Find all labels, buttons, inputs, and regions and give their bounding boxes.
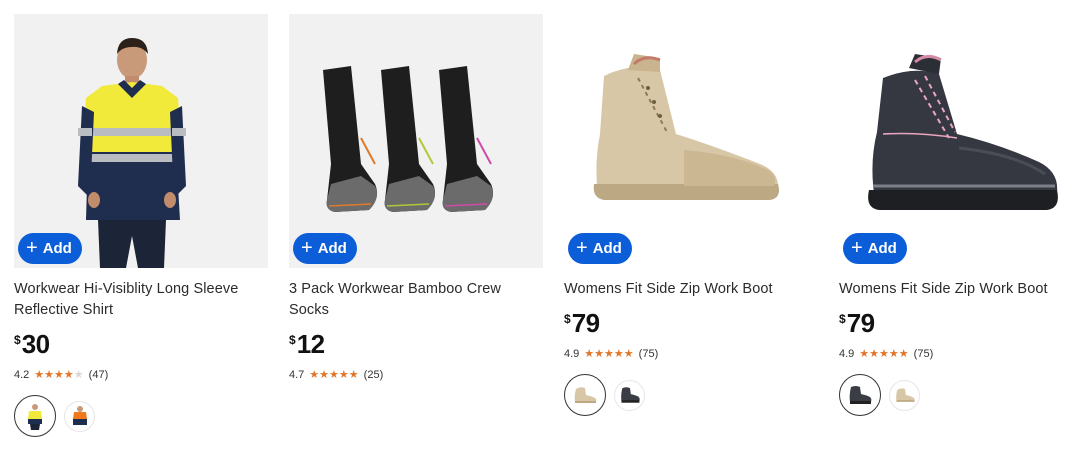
review-count: (75) (913, 347, 934, 360)
hi-vis-shirt-icon (78, 38, 186, 268)
tan-boot-icon (895, 388, 915, 402)
plus-icon: + (301, 236, 313, 259)
product-image[interactable]: + Add (289, 14, 543, 268)
review-count: (75) (638, 347, 659, 360)
swatch-orange-navy[interactable] (64, 400, 95, 432)
price-amount: 79 (846, 308, 875, 338)
product-card[interactable]: + Add Workwear Hi-Visiblity Long Sleeve … (14, 14, 268, 437)
product-rating: 4.9 ★ ★ ★ ★ ★ (75) (564, 347, 818, 361)
currency-symbol: $ (564, 312, 571, 326)
star-icon: ★ (898, 348, 909, 360)
product-price: $ 79 (839, 309, 1080, 337)
product-title[interactable]: 3 Pack Workwear Bamboo Crew Socks (289, 279, 543, 321)
review-count: (25) (363, 368, 384, 381)
product-rating: 4.7 ★ ★ ★ ★ ★ (25) (289, 368, 543, 382)
star-rating: ★ ★ ★ ★ ★ (859, 347, 908, 360)
star-rating: ★ ★ ★ ★ ★ (34, 368, 83, 381)
star-rating: ★ ★ ★ ★ ★ (584, 347, 633, 360)
product-card[interactable]: + Add Womens Fit Side Zip Work Boot $ 79… (839, 14, 1080, 416)
swatch-black[interactable] (614, 379, 645, 411)
star-icon: ★ (584, 348, 595, 360)
product-title[interactable]: Workwear Hi-Visiblity Long Sleeve Reflec… (14, 279, 268, 321)
swatch-tan[interactable] (889, 379, 920, 411)
product-price: $ 79 (564, 309, 818, 337)
star-icon: ★ (348, 369, 359, 381)
price-amount: 12 (296, 329, 325, 359)
star-icon: ★ (623, 348, 634, 360)
color-swatches (839, 374, 1080, 416)
star-icon: ★ (73, 369, 84, 381)
star-icon: ★ (329, 369, 339, 381)
product-title[interactable]: Womens Fit Side Zip Work Boot (564, 279, 818, 300)
product-image[interactable]: + Add (564, 14, 818, 268)
star-icon: ★ (338, 369, 349, 381)
currency-symbol: $ (289, 333, 296, 347)
product-rating: 4.2 ★ ★ ★ ★ ★ (47) (14, 368, 268, 382)
star-icon: ★ (604, 348, 614, 360)
currency-symbol: $ (839, 312, 846, 326)
product-rating: 4.9 ★ ★ ★ ★ ★ (75) (839, 347, 1080, 361)
product-card[interactable]: + Add Womens Fit Side Zip Work Boot $ 79… (564, 14, 818, 416)
price-amount: 79 (571, 308, 600, 338)
product-image[interactable]: + Add (839, 14, 1080, 268)
plus-icon: + (851, 236, 863, 259)
add-button[interactable]: + Add (568, 233, 632, 264)
star-icon: ★ (34, 369, 45, 381)
add-button[interactable]: + Add (293, 233, 357, 264)
star-icon: ★ (63, 369, 74, 381)
socks-icon (323, 66, 493, 212)
product-title[interactable]: Womens Fit Side Zip Work Boot (839, 279, 1080, 300)
add-button[interactable]: + Add (18, 233, 82, 264)
add-button-label: Add (317, 240, 347, 257)
star-icon: ★ (869, 348, 880, 360)
tan-boot-icon (574, 387, 597, 403)
product-price: $ 12 (289, 330, 543, 358)
product-price: $ 30 (14, 330, 268, 358)
black-boot-icon (849, 386, 872, 404)
rating-value: 4.2 (14, 368, 30, 381)
add-button[interactable]: + Add (843, 233, 907, 264)
star-icon: ★ (44, 369, 55, 381)
plus-icon: + (26, 236, 38, 259)
star-icon: ★ (309, 369, 320, 381)
orange-navy-shirt-icon (72, 406, 87, 425)
rating-value: 4.9 (839, 347, 855, 360)
star-icon: ★ (879, 348, 889, 360)
tan-boot-icon (593, 54, 779, 200)
currency-symbol: $ (14, 333, 21, 347)
swatch-yellow-navy[interactable] (14, 395, 56, 437)
star-rating: ★ ★ ★ ★ ★ (309, 368, 358, 381)
add-button-label: Add (867, 240, 897, 257)
product-card[interactable]: + Add 3 Pack Workwear Bamboo Crew Socks … (289, 14, 543, 381)
star-icon: ★ (859, 348, 870, 360)
color-swatches (14, 395, 268, 437)
rating-value: 4.9 (564, 347, 580, 360)
star-icon: ★ (54, 369, 64, 381)
add-button-label: Add (42, 240, 72, 257)
black-boot-icon (868, 54, 1058, 210)
black-boot-icon (620, 387, 640, 403)
yellow-navy-shirt-icon (28, 404, 42, 430)
star-icon: ★ (319, 369, 330, 381)
swatch-tan[interactable] (564, 374, 606, 416)
rating-value: 4.7 (289, 368, 305, 381)
color-swatches (564, 374, 818, 416)
swatch-black[interactable] (839, 374, 881, 416)
star-icon: ★ (594, 348, 605, 360)
price-amount: 30 (21, 329, 50, 359)
plus-icon: + (576, 236, 588, 259)
star-icon: ★ (613, 348, 624, 360)
review-count: (47) (88, 368, 109, 381)
star-icon: ★ (888, 348, 899, 360)
product-image[interactable]: + Add (14, 14, 268, 268)
add-button-label: Add (592, 240, 622, 257)
